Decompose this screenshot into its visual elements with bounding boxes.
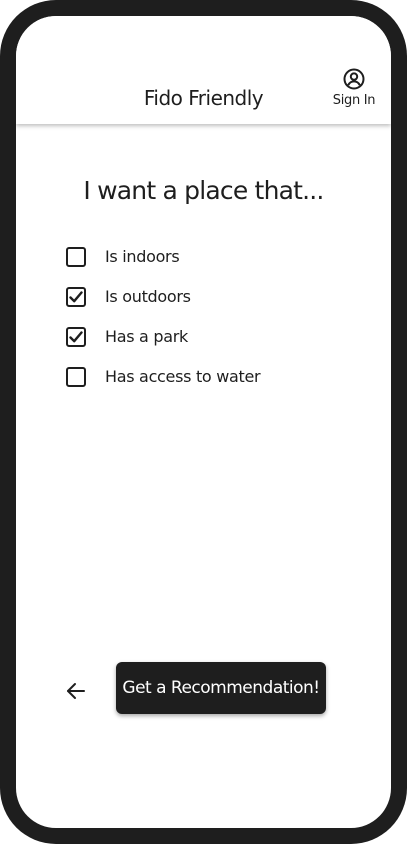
back-button[interactable] (64, 680, 90, 702)
phone-frame: Fido Friendly Sign In I want a place tha… (0, 0, 407, 844)
checkbox[interactable] (66, 367, 86, 387)
app-header: Fido Friendly Sign In (16, 16, 391, 124)
sign-in-label: Sign In (332, 93, 376, 108)
arrow-left-icon (64, 683, 90, 706)
preference-options: Is indoors Is outdoors Has a park Has ac… (66, 246, 326, 406)
option-outdoors[interactable]: Is outdoors (66, 286, 326, 326)
option-indoors[interactable]: Is indoors (66, 246, 326, 286)
sign-in-button[interactable]: Sign In (328, 68, 380, 114)
checkbox[interactable] (66, 247, 86, 267)
option-park[interactable]: Has a park (66, 326, 326, 366)
option-label: Has access to water (105, 367, 261, 386)
option-water[interactable]: Has access to water (66, 366, 326, 406)
check-icon (69, 331, 83, 343)
checkbox[interactable] (66, 327, 86, 347)
get-recommendation-button[interactable]: Get a Recommendation! (116, 662, 326, 714)
app-screen: Fido Friendly Sign In I want a place tha… (16, 16, 391, 828)
option-label: Is indoors (105, 247, 180, 266)
user-circle-icon (328, 68, 380, 90)
option-label: Has a park (105, 327, 188, 346)
check-icon (69, 291, 83, 303)
option-label: Is outdoors (105, 287, 191, 306)
question-heading: I want a place that... (83, 176, 324, 205)
checkbox[interactable] (66, 287, 86, 307)
